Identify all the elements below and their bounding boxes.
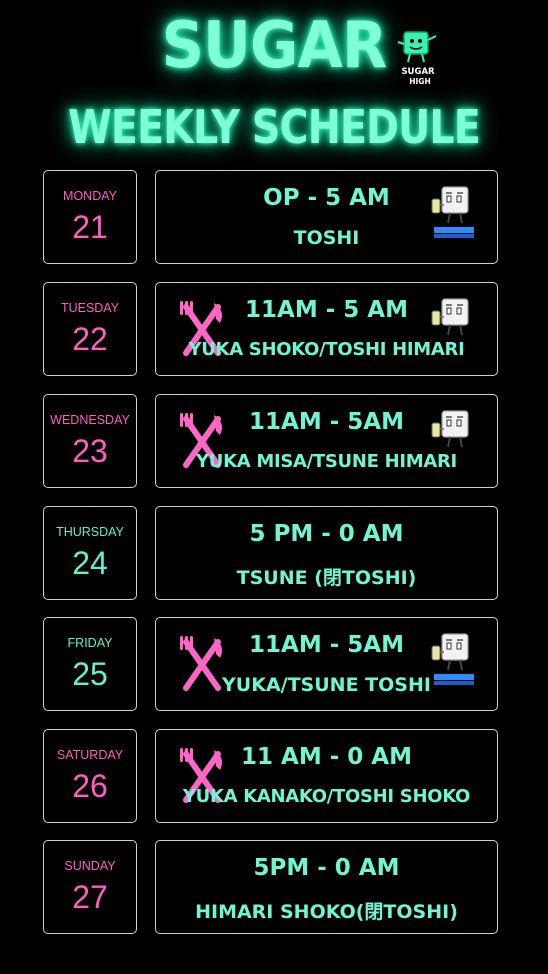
shift-time: 5PM - 0 AM — [253, 855, 400, 881]
day-date: 22 — [72, 321, 108, 357]
sugar-cube-mascot-icon — [431, 186, 474, 238]
day-box: SATURDAY 26 — [43, 729, 137, 823]
sugar-high-logo-icon: SUGAR HIGH — [397, 31, 437, 86]
day-date: 27 — [72, 879, 108, 915]
sugar-cube-mascot-icon — [431, 633, 474, 685]
sugar-cube-mascot-icon — [431, 410, 469, 448]
day-date: 23 — [72, 433, 108, 469]
shift-staff: TSUNE (閉TOSHI) — [236, 567, 417, 589]
sugar-cube-mascot-icon — [431, 298, 469, 336]
shift-box: OP - 5 AM TOSHI — [155, 170, 498, 264]
shift-time: 5 PM - 0 AM — [249, 521, 404, 547]
schedule-row-friday: FRIDAY 25 11AM - 5AM YUKA/TSUNE TOSHI — [0, 617, 548, 713]
shift-box: 11AM - 5AM YUKA/TSUNE TOSHI — [155, 617, 498, 711]
day-date: 24 — [72, 545, 108, 581]
schedule-row-monday: MONDAY 21 OP - 5 AM TOSHI — [0, 170, 548, 266]
shift-box: 11AM - 5 AM YUKA SHOKO/TOSHI HIMARI — [155, 282, 498, 376]
schedule-row-sunday: SUNDAY 27 5PM - 0 AM HIMARI SHOKO(閉TOSHI… — [0, 840, 548, 936]
page-title: SUGAR — [161, 9, 388, 83]
day-box: WEDNESDAY 23 — [43, 394, 137, 488]
day-date: 26 — [72, 768, 108, 804]
day-date: 25 — [72, 656, 108, 692]
day-name: THURSDAY — [56, 525, 124, 539]
day-name: WEDNESDAY — [50, 413, 130, 427]
day-name: FRIDAY — [67, 636, 113, 650]
day-name: SATURDAY — [56, 748, 124, 762]
day-box: FRIDAY 25 — [43, 617, 137, 711]
shift-staff: YUKA KANAKO/TOSHI SHOKO — [182, 786, 471, 807]
shift-box: 11 AM - 0 AM YUKA KANAKO/TOSHI SHOKO — [155, 729, 498, 823]
day-box: TUESDAY 22 — [43, 282, 137, 376]
schedule-row-wednesday: WEDNESDAY 23 11AM - 5AM YUKA MISA/TSUNE … — [0, 394, 548, 490]
schedule-row-saturday: SATURDAY 26 11 AM - 0 AM YUKA KANAKO/TOS… — [0, 729, 548, 825]
shift-box: 5 PM - 0 AM TSUNE (閉TOSHI) — [155, 506, 498, 600]
page-subtitle: WEEKLY SCHEDULE — [68, 100, 481, 154]
day-date: 21 — [72, 209, 108, 245]
day-box: MONDAY 21 — [43, 170, 137, 264]
shift-time: 11 AM - 0 AM — [241, 744, 412, 770]
schedule-row-thursday: THURSDAY 24 5 PM - 0 AM TSUNE (閉TOSHI) — [0, 506, 548, 602]
shift-box: 11AM - 5AM YUKA MISA/TSUNE HIMARI — [155, 394, 498, 488]
shift-box: 5PM - 0 AM HIMARI SHOKO(閉TOSHI) — [155, 840, 498, 934]
day-name: MONDAY — [63, 189, 117, 203]
logo-text-top: SUGAR — [401, 67, 435, 77]
day-box: SUNDAY 27 — [43, 840, 137, 934]
day-name: TUESDAY — [60, 301, 120, 315]
schedule-row-tuesday: TUESDAY 22 11AM - 5 AM YUKA SHOKO/TOSHI … — [0, 282, 548, 378]
day-box: THURSDAY 24 — [43, 506, 137, 600]
day-name: SUNDAY — [64, 859, 116, 873]
logo-text-bottom: HIGH — [409, 77, 431, 86]
shift-staff: HIMARI SHOKO(閉TOSHI) — [195, 901, 458, 923]
